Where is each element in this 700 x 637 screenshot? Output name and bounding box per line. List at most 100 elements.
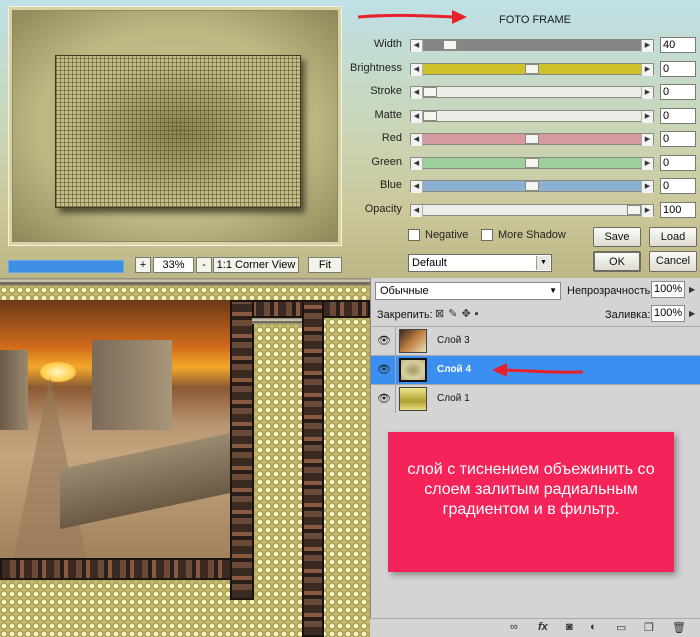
- slider-value-field[interactable]: 100: [660, 202, 696, 218]
- slider-row-brightness: Brightness ◀ ▶ 0: [340, 61, 700, 77]
- preview-panel: [8, 6, 342, 246]
- arrow-right-icon[interactable]: ▶: [641, 111, 653, 123]
- slider-value-field[interactable]: 0: [660, 131, 696, 147]
- slider-thumb[interactable]: [525, 181, 539, 191]
- slider-row-opacity: Opacity ◀ ▶ 100: [340, 202, 700, 218]
- slider-track[interactable]: ◀ ▶: [410, 63, 654, 76]
- slider-value-field[interactable]: 0: [660, 108, 696, 124]
- lock-icon[interactable]: ▪: [475, 308, 483, 320]
- link-icon[interactable]: ∞: [510, 621, 518, 633]
- cancel-button[interactable]: Cancel: [649, 251, 697, 272]
- layer-row[interactable]: 👁 Слой 1: [371, 384, 700, 413]
- eye-icon[interactable]: 👁: [377, 364, 391, 376]
- arrow-left-icon[interactable]: ◀: [411, 158, 423, 170]
- eye-icon[interactable]: 👁: [377, 393, 391, 405]
- trash-icon[interactable]: 🗑: [672, 621, 686, 634]
- preview-frame-texture: [55, 55, 301, 208]
- new-layer-icon[interactable]: ❐: [644, 621, 654, 634]
- lock-options[interactable]: ⊠✎✥▪: [435, 307, 483, 320]
- slider-thumb[interactable]: [525, 158, 539, 168]
- adjustment-icon[interactable]: ◐: [590, 621, 597, 633]
- foto-frame-dialog: FOTO FRAME Width ◀ ▶ 40 Brightness ◀ ▶ 0 Stroke ◀…: [0, 0, 700, 278]
- fx-icon[interactable]: fx: [538, 621, 548, 633]
- arrow-right-icon[interactable]: ▶: [641, 205, 653, 217]
- lock-move-icon[interactable]: ✥: [461, 308, 474, 320]
- save-button[interactable]: Save: [593, 227, 641, 247]
- arrow-right-icon[interactable]: ▶: [641, 134, 653, 146]
- document-canvas: [0, 278, 370, 637]
- slider-thumb[interactable]: [525, 64, 539, 74]
- negative-label: Negative: [425, 229, 469, 241]
- zoom-out-button[interactable]: -: [196, 257, 212, 273]
- preset-select[interactable]: Default ▼: [408, 254, 552, 272]
- arrow-right-icon[interactable]: ▶: [641, 181, 653, 193]
- opacity-field[interactable]: 100%: [651, 281, 685, 298]
- folder-icon[interactable]: ▭: [616, 621, 626, 634]
- frame-vertical: [230, 300, 254, 600]
- divider: [395, 356, 396, 384]
- negative-checkbox-box[interactable]: [408, 229, 420, 241]
- arrow-left-icon[interactable]: ◀: [411, 64, 423, 76]
- chevron-down-icon[interactable]: ▼: [536, 256, 550, 270]
- stone-block-right: [92, 340, 172, 430]
- arrow-left-icon[interactable]: ◀: [411, 87, 423, 99]
- fill-field[interactable]: 100%: [651, 305, 685, 322]
- zoom-in-button[interactable]: +: [135, 257, 151, 273]
- frame-bottom: [0, 558, 252, 580]
- more-shadow-checkbox-box[interactable]: [481, 229, 493, 241]
- slider-thumb[interactable]: [423, 87, 437, 97]
- lock-transparency-icon[interactable]: ⊠: [435, 308, 448, 320]
- lock-label: Закрепить:: [377, 309, 433, 321]
- slider-value-field[interactable]: 0: [660, 178, 696, 194]
- corner-view-button[interactable]: 1:1 Corner View: [213, 257, 299, 273]
- slider-thumb[interactable]: [525, 134, 539, 144]
- slider-track[interactable]: ◀ ▶: [410, 133, 654, 146]
- arrow-left-icon[interactable]: ◀: [411, 205, 423, 217]
- slider-track[interactable]: ◀ ▶: [410, 86, 654, 99]
- layer-row[interactable]: 👁 Слой 3: [371, 326, 700, 355]
- slider-value-field[interactable]: 40: [660, 37, 696, 53]
- slider-label: Blue: [379, 179, 402, 191]
- arrow-left-icon[interactable]: ◀: [411, 111, 423, 123]
- lock-brush-icon[interactable]: ✎: [448, 308, 461, 320]
- chevron-down-icon[interactable]: ▼: [549, 283, 557, 299]
- frame-right: [302, 300, 324, 637]
- arrow-right-icon[interactable]: ▶: [641, 40, 653, 52]
- slider-track[interactable]: ◀ ▶: [410, 204, 654, 217]
- arrow-right-icon[interactable]: ▶: [641, 158, 653, 170]
- slider-track[interactable]: ◀ ▶: [410, 180, 654, 193]
- slider-value-field[interactable]: 0: [660, 155, 696, 171]
- blend-mode-select[interactable]: Обычные ▼: [375, 282, 561, 300]
- ok-button[interactable]: OK: [593, 251, 641, 272]
- eye-icon[interactable]: 👁: [377, 335, 391, 347]
- slider-value-field[interactable]: 0: [660, 84, 696, 100]
- slider-label: Stroke: [370, 85, 402, 97]
- fill-arrow-icon[interactable]: ▶: [689, 309, 695, 318]
- slider-row-red: Red ◀ ▶ 0: [340, 131, 700, 147]
- annotation-note: слой с тиснением объежинить со слоем зал…: [388, 432, 674, 572]
- slider-label: Width: [373, 38, 402, 50]
- slider-thumb[interactable]: [423, 111, 437, 121]
- dialog-title: FOTO FRAME: [499, 14, 571, 26]
- arrow-left-icon[interactable]: ◀: [411, 134, 423, 146]
- fit-button[interactable]: Fit: [308, 257, 342, 273]
- slider-row-stroke: Stroke ◀ ▶ 0: [340, 84, 700, 100]
- mask-icon[interactable]: ◙: [566, 621, 573, 633]
- opacity-arrow-icon[interactable]: ▶: [689, 285, 695, 294]
- arrow-right-icon[interactable]: ▶: [641, 64, 653, 76]
- slider-thumb[interactable]: [443, 40, 457, 50]
- slider-value-field[interactable]: 0: [660, 61, 696, 77]
- arrow-left-icon[interactable]: ◀: [411, 181, 423, 193]
- divider: [395, 327, 396, 355]
- slider-track[interactable]: ◀ ▶: [410, 39, 654, 52]
- arrow-right-icon[interactable]: ▶: [641, 87, 653, 99]
- slider-track[interactable]: ◀ ▶: [410, 110, 654, 123]
- slider-track[interactable]: ◀ ▶: [410, 157, 654, 170]
- red-arrow-annotation: [357, 10, 467, 24]
- layer-row-selected[interactable]: 👁 Слой 4: [371, 355, 700, 384]
- slider-row-blue: Blue ◀ ▶ 0: [340, 178, 700, 194]
- blend-mode-value: Обычные: [380, 285, 429, 297]
- arrow-left-icon[interactable]: ◀: [411, 40, 423, 52]
- load-button[interactable]: Load: [649, 227, 697, 247]
- slider-thumb[interactable]: [627, 205, 641, 215]
